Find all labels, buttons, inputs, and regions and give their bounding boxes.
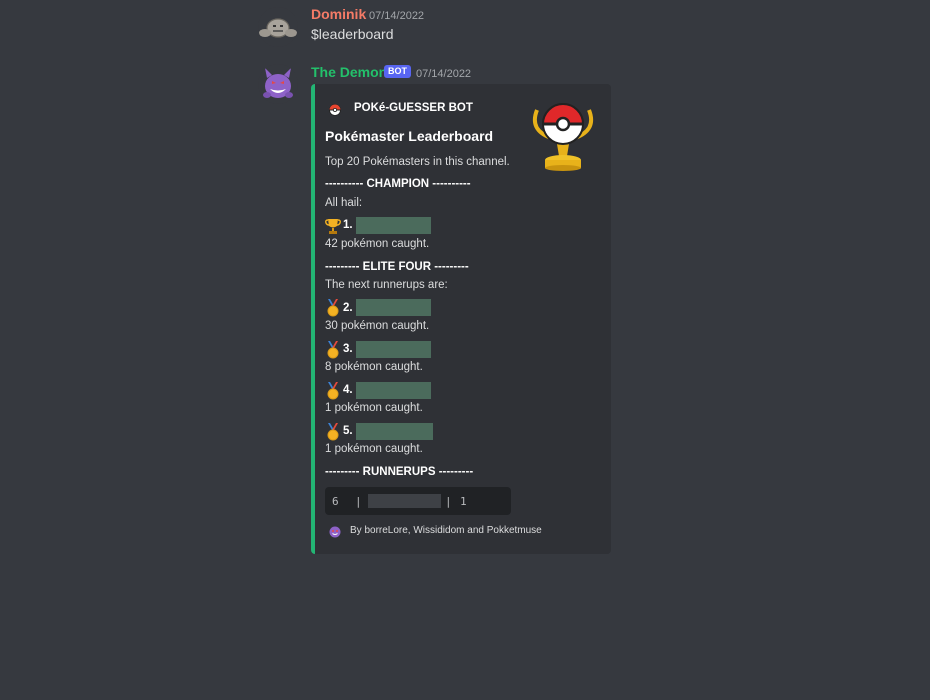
champion-header: ---------- CHAMPION ---------- bbox=[325, 178, 471, 190]
champion-rank: 1. bbox=[343, 219, 353, 231]
elite-four-header: --------- ELITE FOUR --------- bbox=[325, 261, 469, 273]
gengar-avatar-icon bbox=[258, 64, 298, 104]
timestamp: 07/14/2022 bbox=[416, 68, 472, 80]
medal-icon bbox=[325, 423, 341, 441]
elite-caught: 8 pokémon caught. bbox=[325, 361, 423, 373]
elite-four-intro: The next runnerups are: bbox=[325, 279, 448, 291]
trophy-pokeball-icon bbox=[527, 100, 599, 172]
runnerup-name-redacted bbox=[368, 494, 441, 508]
champion-caught: 42 pokémon caught. bbox=[325, 238, 430, 250]
runnerups-codeblock: 6 | | 1 bbox=[325, 487, 511, 515]
champion-intro: All hail: bbox=[325, 197, 363, 209]
elite-rank: 3. bbox=[343, 343, 353, 355]
table-separator: | bbox=[355, 495, 362, 508]
pokeball-icon bbox=[329, 103, 341, 121]
elite-rank: 2. bbox=[343, 302, 353, 314]
medal-icon bbox=[325, 382, 341, 400]
avatar[interactable] bbox=[258, 64, 298, 104]
medal-icon bbox=[325, 299, 341, 317]
elite-name-redacted bbox=[356, 382, 431, 399]
medal-icon bbox=[325, 341, 341, 359]
bot-tag: BOT bbox=[384, 65, 411, 78]
elite-rank: 4. bbox=[343, 384, 353, 396]
elite-name-redacted bbox=[356, 341, 431, 358]
elite-name-redacted bbox=[356, 299, 431, 316]
elite-caught: 1 pokémon caught. bbox=[325, 402, 423, 414]
geodude-avatar-icon bbox=[258, 7, 298, 47]
table-separator: | bbox=[445, 495, 452, 508]
runnerup-count: 1 bbox=[460, 495, 467, 508]
username[interactable]: Dominik bbox=[311, 6, 366, 22]
elite-caught: 30 pokémon caught. bbox=[325, 320, 430, 332]
embed-author[interactable]: POKé-GUESSER BOT bbox=[354, 102, 473, 114]
leaderboard-embed: POKé-GUESSER BOT Pokémaster Leaderboard … bbox=[311, 84, 611, 554]
username[interactable]: The Demon bbox=[311, 64, 387, 80]
champion-name-redacted bbox=[356, 217, 431, 234]
gengar-icon bbox=[329, 525, 341, 543]
elite-caught: 1 pokémon caught. bbox=[325, 443, 423, 455]
trophy-icon bbox=[325, 217, 341, 235]
message-content: $leaderboard bbox=[311, 26, 394, 42]
elite-rank: 5. bbox=[343, 425, 353, 437]
runnerups-header: --------- RUNNERUPS --------- bbox=[325, 466, 474, 478]
embed-description: Top 20 Pokémasters in this channel. bbox=[325, 156, 510, 168]
elite-name-redacted bbox=[356, 423, 433, 440]
embed-footer: By borreLore, Wissididom and Pokketmuse bbox=[350, 525, 542, 536]
timestamp: 07/14/2022 bbox=[369, 10, 425, 22]
runnerup-rank: 6 bbox=[332, 495, 339, 508]
avatar[interactable] bbox=[258, 7, 298, 47]
embed-title[interactable]: Pokémaster Leaderboard bbox=[325, 128, 493, 144]
